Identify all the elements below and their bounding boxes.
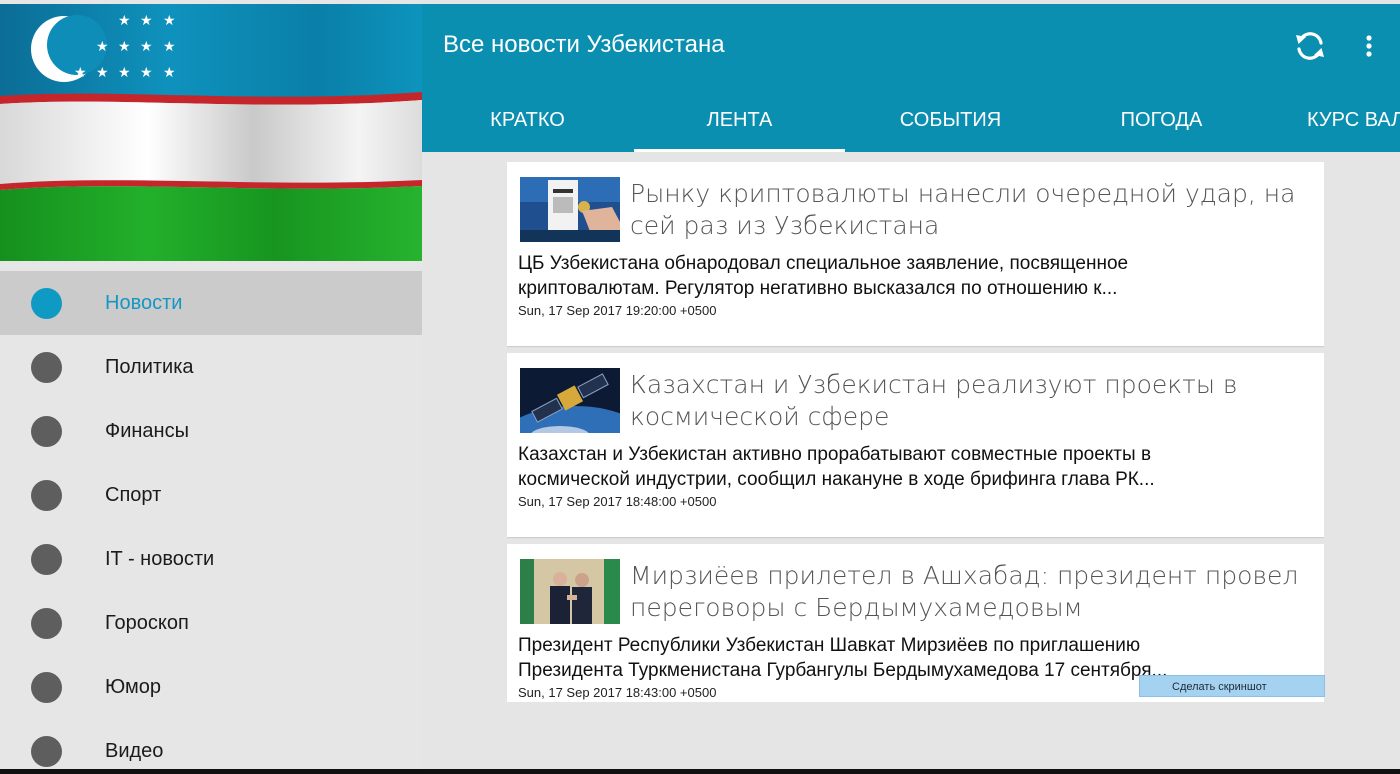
feed-bottom-area: [422, 703, 1400, 769]
article-title: Казахстан и Узбекистан реализуют проекты…: [630, 370, 1238, 431]
circle-icon: [31, 544, 62, 575]
svg-text:★: ★: [140, 65, 153, 81]
more-vert-icon[interactable]: [1355, 30, 1383, 66]
circle-icon: [31, 736, 62, 767]
tab-weather[interactable]: ПОГОДА: [1056, 92, 1267, 152]
svg-text:★: ★: [163, 65, 176, 81]
svg-text:★: ★: [96, 39, 109, 55]
article-summary: Казахстан и Узбекистан активно прорабаты…: [518, 444, 1155, 490]
svg-text:★: ★: [118, 39, 131, 55]
svg-text:★: ★: [163, 39, 176, 55]
article-thumbnail: [520, 177, 620, 242]
article-thumbnail: [520, 368, 620, 433]
tab-bar: КРАТКО ЛЕНТА СОБЫТИЯ ПОГОДА КУРС ВАЛ: [422, 92, 1400, 152]
nav-item-label: Финансы: [105, 420, 189, 442]
nav-item-humor[interactable]: Юмор: [0, 655, 422, 719]
nav-item-horoscope[interactable]: Гороскоп: [0, 591, 422, 655]
nav-item-finance[interactable]: Финансы: [0, 399, 422, 463]
category-list: Новости Политика Финансы Спорт IT - ново…: [0, 271, 422, 774]
app-title: Все новости Узбекистана: [443, 31, 725, 58]
screen-bottom-edge: [0, 769, 1400, 774]
svg-text:★: ★: [140, 39, 153, 55]
app-bar: Все новости Узбекистана КРАТКО ЛЕНТА СОБ…: [422, 4, 1400, 152]
tab-exchange-rate[interactable]: КУРС ВАЛ: [1289, 92, 1400, 152]
circle-icon: [31, 352, 62, 383]
uzbekistan-flag-header-image: ★ ★ ★ ★ ★ ★ ★ ★ ★ ★ ★ ★: [0, 4, 422, 261]
tab-feed[interactable]: ЛЕНТА: [634, 92, 845, 152]
nav-item-politics[interactable]: Политика: [0, 335, 422, 399]
nav-item-label: Видео: [105, 740, 164, 762]
circle-icon: [31, 608, 62, 639]
navigation-drawer: ★ ★ ★ ★ ★ ★ ★ ★ ★ ★ ★ ★ Новости Политика Финансы …: [0, 0, 422, 774]
svg-text:★: ★: [96, 65, 109, 81]
svg-text:★: ★: [163, 13, 176, 29]
tab-events[interactable]: СОБЫТИЯ: [845, 92, 1056, 152]
article-thumbnail: [520, 559, 620, 624]
news-card[interactable]: Рынку криптовалюты нанесли очередной уда…: [507, 162, 1324, 346]
article-summary: ЦБ Узбекистана обнародовал специальное з…: [518, 253, 1129, 299]
nav-item-sport[interactable]: Спорт: [0, 463, 422, 527]
nav-item-label: Спорт: [105, 484, 162, 506]
news-card[interactable]: Казахстан и Узбекистан реализуют проекты…: [507, 353, 1324, 537]
nav-item-it-news[interactable]: IT - новости: [0, 527, 422, 591]
circle-icon: [31, 480, 62, 511]
nav-item-label: Новости: [105, 292, 183, 314]
nav-item-label: Юмор: [105, 676, 161, 698]
circle-icon: [31, 416, 62, 447]
nav-item-label: Политика: [105, 356, 194, 378]
article-date: Sun, 17 Sep 2017 18:43:00 +0500: [518, 685, 717, 700]
circle-icon: [31, 288, 62, 319]
nav-item-label: IT - новости: [105, 548, 215, 570]
tab-brief[interactable]: КРАТКО: [422, 92, 633, 152]
news-feed: Рынку криптовалюты нанесли очередной уда…: [507, 162, 1324, 702]
svg-text:★: ★: [118, 13, 131, 29]
article-title: Рынку криптовалюты нанесли очередной уда…: [630, 179, 1296, 240]
main-content: Все новости Узбекистана КРАТКО ЛЕНТА СОБ…: [422, 0, 1400, 774]
svg-text:★: ★: [140, 13, 153, 29]
article-date: Sun, 17 Sep 2017 19:20:00 +0500: [518, 303, 717, 318]
refresh-icon[interactable]: [1292, 28, 1328, 64]
svg-text:★: ★: [74, 65, 87, 81]
circle-icon: [31, 672, 62, 703]
article-title: Мирзиёев прилетел в Ашхабад: президент п…: [630, 561, 1299, 622]
article-date: Sun, 17 Sep 2017 18:48:00 +0500: [518, 494, 717, 509]
nav-item-news[interactable]: Новости: [0, 271, 422, 335]
nav-item-video[interactable]: Видео: [0, 719, 422, 774]
svg-text:★: ★: [118, 65, 131, 81]
nav-item-label: Гороскоп: [105, 612, 189, 634]
take-screenshot-button[interactable]: Сделать скриншот: [1139, 675, 1325, 697]
